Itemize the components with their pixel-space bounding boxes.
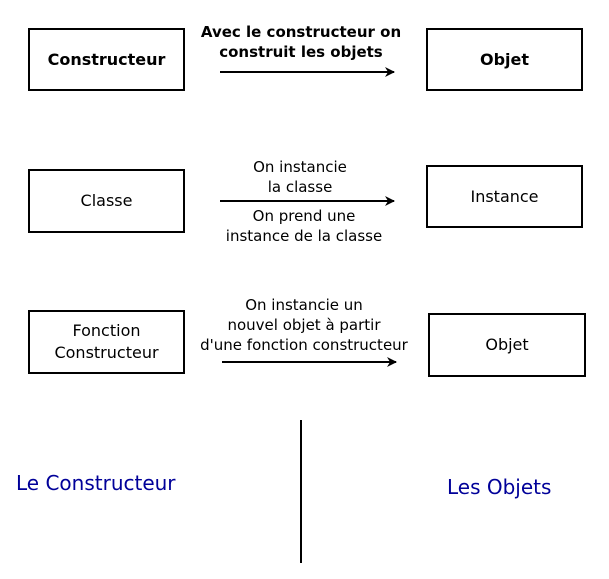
- label-line: construit les objets: [219, 43, 383, 61]
- box-constructeur: Constructeur: [28, 28, 185, 91]
- diagram-canvas: Constructeur Objet Avec le constructeur …: [0, 0, 609, 579]
- box-objet: Objet: [426, 28, 583, 91]
- box-label: Objet: [479, 49, 530, 69]
- box-label: Constructeur: [47, 49, 166, 69]
- label-line: On instancie: [253, 158, 347, 176]
- box-objet-2: Objet: [428, 313, 586, 377]
- label-line: Avec le constructeur on: [200, 23, 402, 41]
- label-line: On instancie un: [245, 296, 363, 314]
- box-label: Classe: [80, 191, 133, 210]
- label-line: nouvel objet à partir: [227, 316, 381, 334]
- footer-right-label: Les Objets: [447, 475, 552, 499]
- box-label: Objet: [485, 335, 529, 354]
- box-fonction-constructeur: Fonction Constructeur: [28, 310, 185, 374]
- label-line: instance de la classe: [225, 227, 383, 245]
- label-line: On prend une: [252, 207, 356, 225]
- arrow-label-below: On prend une instance de la classe: [189, 206, 419, 246]
- label-line: la classe: [267, 178, 333, 196]
- box-label: Fonction: [72, 321, 141, 340]
- label-line: d'une fonction constructeur: [200, 336, 408, 354]
- arrow-label: Avec le constructeur on construit les ob…: [186, 22, 416, 62]
- arrow-label-above: On instancie la classe: [185, 157, 415, 197]
- arrow-label: On instancie un nouvel objet à partir d'…: [189, 295, 419, 355]
- box-label: Constructeur: [54, 343, 159, 362]
- box-classe: Classe: [28, 169, 185, 233]
- box-instance: Instance: [426, 165, 583, 228]
- box-label: Instance: [470, 186, 539, 206]
- footer-left-label: Le Constructeur: [16, 471, 176, 495]
